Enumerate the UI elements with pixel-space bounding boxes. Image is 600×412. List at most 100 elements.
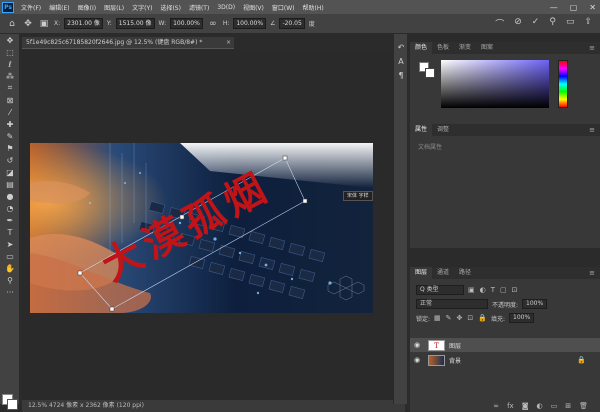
tab-adjustments[interactable]: 调整	[432, 124, 454, 136]
menu-view[interactable]: 视图(V)	[239, 3, 268, 12]
history-panel-icon[interactable]: ↶	[394, 40, 408, 54]
filter-pixel-icon[interactable]: ▣	[468, 286, 475, 294]
lock-position-icon[interactable]: ✥	[457, 314, 463, 322]
tab-gradients[interactable]: 渐变	[454, 42, 476, 54]
magic-wand-tool-icon[interactable]: ⁂	[0, 70, 20, 82]
healing-brush-tool-icon[interactable]: ✚	[0, 118, 20, 130]
lock-all-icon[interactable]: 🔒	[478, 314, 487, 322]
color-background-swatch[interactable]	[425, 68, 435, 78]
menu-select[interactable]: 选择(S)	[156, 3, 185, 12]
search-icon[interactable]: ⚲	[549, 17, 556, 30]
brush-tool-icon[interactable]: ✎	[0, 130, 20, 142]
adjustment-layer-icon[interactable]: ◐	[537, 400, 543, 412]
shape-tool-icon[interactable]: ▭	[0, 250, 20, 262]
reference-point-icon[interactable]: ▣	[38, 19, 50, 29]
eraser-tool-icon[interactable]: ◪	[0, 166, 20, 178]
filter-type-icon[interactable]: T	[491, 286, 495, 294]
layer-row-background[interactable]: ◉ 背景 🔒	[410, 353, 600, 367]
warp-icon[interactable]: ⌒	[495, 17, 504, 30]
document-image[interactable]: 大漠孤烟	[30, 143, 373, 313]
height-field[interactable]: 100.00%	[233, 18, 267, 29]
hand-tool-icon[interactable]: ✋	[0, 262, 20, 274]
menu-filter[interactable]: 滤镜(T)	[185, 3, 213, 12]
opacity-field[interactable]: 100%	[522, 299, 548, 309]
hue-slider[interactable]	[558, 60, 568, 108]
frame-tool-icon[interactable]: ⊠	[0, 94, 20, 106]
new-layer-icon[interactable]: ⊞	[565, 400, 571, 412]
layer-filter-select[interactable]: Q 类型	[416, 285, 464, 295]
link-layers-icon[interactable]: ∞	[493, 400, 499, 412]
link-icon[interactable]: ∞	[207, 19, 219, 29]
add-mask-icon[interactable]: ◙	[522, 400, 529, 412]
menu-window[interactable]: 窗口(W)	[268, 3, 299, 12]
marquee-tool-icon[interactable]: ⬚	[0, 46, 20, 58]
filter-smart-icon[interactable]: ⊡	[512, 286, 518, 294]
x-position-field[interactable]: 2301.00 像	[64, 18, 103, 29]
zoom-tool-icon[interactable]: ⚲	[0, 274, 20, 286]
clone-stamp-tool-icon[interactable]: ⚑	[0, 142, 20, 154]
tab-channels[interactable]: 通道	[432, 267, 454, 279]
layer-name[interactable]: 背景	[449, 356, 577, 365]
menu-image[interactable]: 图像(I)	[74, 3, 100, 12]
close-window-button[interactable]: ✕	[589, 3, 596, 12]
close-tab-icon[interactable]: ×	[226, 37, 231, 48]
workspace-icon[interactable]: ▭	[566, 17, 575, 30]
menu-file[interactable]: 文件(F)	[17, 3, 45, 12]
eyedropper-tool-icon[interactable]: ⁄	[0, 106, 20, 118]
menu-help[interactable]: 帮助(H)	[299, 3, 328, 12]
blur-tool-icon[interactable]: ●	[0, 190, 20, 202]
delete-layer-icon[interactable]: 🗑	[579, 400, 588, 412]
more-tools-icon[interactable]: ···	[0, 286, 20, 298]
type-tool-icon[interactable]: T	[0, 226, 20, 238]
character-panel-icon[interactable]: A	[394, 54, 408, 68]
lock-transparent-icon[interactable]: ▦	[434, 314, 441, 322]
fill-field[interactable]: 100%	[509, 313, 535, 323]
tab-color[interactable]: 颜色	[410, 42, 433, 54]
crop-tool-icon[interactable]: ⌗	[0, 82, 20, 94]
layer-name[interactable]: 图层	[449, 341, 600, 350]
layer-style-icon[interactable]: fx	[507, 400, 514, 412]
menu-layer[interactable]: 图层(L)	[100, 3, 128, 12]
filter-adjustment-icon[interactable]: ◐	[480, 286, 486, 294]
move-tool-preset-icon[interactable]: ✥	[22, 19, 34, 29]
panel-menu-icon[interactable]: ≡	[589, 42, 600, 54]
lock-paint-icon[interactable]: ✎	[446, 314, 452, 322]
menu-edit[interactable]: 编辑(E)	[45, 3, 73, 12]
home-icon[interactable]: ⌂	[6, 19, 18, 29]
paragraph-panel-icon[interactable]: ¶	[394, 68, 408, 82]
pen-tool-icon[interactable]: ✒	[0, 214, 20, 226]
path-selection-tool-icon[interactable]: ➤	[0, 238, 20, 250]
lock-artboard-icon[interactable]: ⊡	[467, 314, 473, 322]
visibility-eye-icon[interactable]: ◉	[410, 341, 424, 349]
background-color-swatch[interactable]	[7, 399, 18, 410]
menu-type[interactable]: 文字(Y)	[128, 3, 156, 12]
gradient-tool-icon[interactable]: ▤	[0, 178, 20, 190]
tab-paths[interactable]: 路径	[454, 267, 476, 279]
minimize-button[interactable]: —	[550, 3, 558, 12]
history-brush-tool-icon[interactable]: ↺	[0, 154, 20, 166]
tab-properties[interactable]: 属性	[410, 124, 433, 136]
tab-layers[interactable]: 图层	[410, 267, 433, 279]
commit-transform-icon[interactable]: ✓	[532, 17, 540, 30]
document-tab[interactable]: 5f1e49c825c67185820f2646.jpg @ 12.5% (键盘…	[22, 37, 234, 49]
dodge-tool-icon[interactable]: ◔	[0, 202, 20, 214]
cancel-transform-icon[interactable]: ⊘	[514, 17, 522, 30]
visibility-eye-icon[interactable]: ◉	[410, 356, 424, 364]
menu-3d[interactable]: 3D(D)	[213, 4, 239, 11]
lock-icon[interactable]: 🔒	[577, 356, 600, 364]
width-field[interactable]: 100.00%	[170, 18, 203, 29]
share-icon[interactable]: ⇪	[584, 17, 592, 30]
lasso-tool-icon[interactable]: ℓ	[0, 58, 20, 70]
angle-field[interactable]: -20.05	[279, 18, 305, 29]
move-tool-icon[interactable]: ✥	[0, 34, 20, 46]
panel-menu-icon[interactable]: ≡	[589, 267, 600, 279]
filter-shape-icon[interactable]: ▢	[500, 286, 507, 294]
photoshop-logo-icon[interactable]: Ps	[2, 1, 14, 13]
color-picker-field[interactable]	[441, 60, 549, 108]
panel-menu-icon[interactable]: ≡	[589, 124, 600, 136]
new-group-icon[interactable]: ▭	[551, 400, 558, 412]
maximize-button[interactable]: ▢	[570, 3, 578, 12]
layer-row-text[interactable]: ◉ T 图层	[410, 338, 600, 352]
y-position-field[interactable]: 1515.00 像	[115, 18, 155, 29]
blend-mode-select[interactable]: 正常	[416, 299, 488, 309]
